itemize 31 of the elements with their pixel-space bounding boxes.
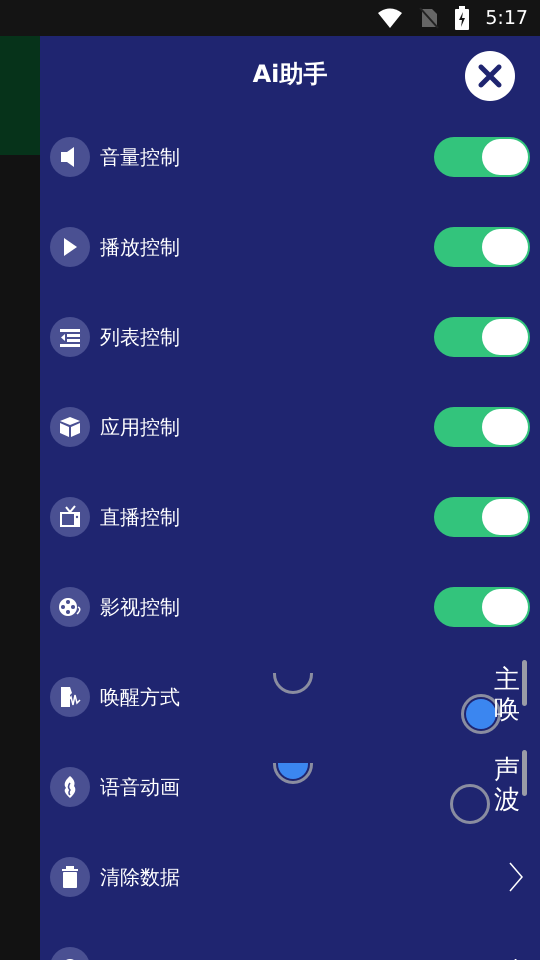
toggle-switch[interactable] [434, 137, 530, 177]
no-sim-icon [419, 7, 440, 29]
item-label: 列表控制 [100, 324, 180, 351]
item-label: 播放控制 [100, 234, 180, 261]
toggle-switch[interactable] [434, 407, 530, 447]
close-button[interactable] [465, 51, 515, 101]
radio-button[interactable] [450, 784, 490, 824]
item-label: 语音动画 [100, 774, 180, 801]
option-label: 主唤 [494, 666, 520, 726]
tv-icon [58, 505, 82, 529]
battery-icon [455, 6, 470, 30]
film-reel-icon [58, 595, 82, 619]
head-wave-icon [58, 685, 82, 709]
wifi-icon [377, 7, 404, 29]
close-icon [477, 63, 503, 89]
toggle-switch[interactable] [434, 497, 530, 537]
chevron-right-icon [508, 861, 524, 893]
toggle-switch[interactable] [434, 587, 530, 627]
item-label: 清除数据 [100, 864, 180, 891]
list-item[interactable]: 清除数据 [40, 832, 540, 922]
option-label: 声波 [494, 756, 520, 816]
toggle-switch[interactable] [434, 317, 530, 357]
clock-time: 5:17 [485, 6, 528, 31]
item-label: 唤醒方式 [100, 684, 180, 711]
toggle-switch[interactable] [434, 227, 530, 267]
item-label: 应用控制 [100, 414, 180, 441]
item-label: 直播控制 [100, 504, 180, 531]
box-icon [58, 415, 82, 439]
item-label: 音量控制 [100, 144, 180, 171]
item-label: 影视控制 [100, 594, 180, 621]
drawer-title: Ai助手 [252, 59, 328, 90]
